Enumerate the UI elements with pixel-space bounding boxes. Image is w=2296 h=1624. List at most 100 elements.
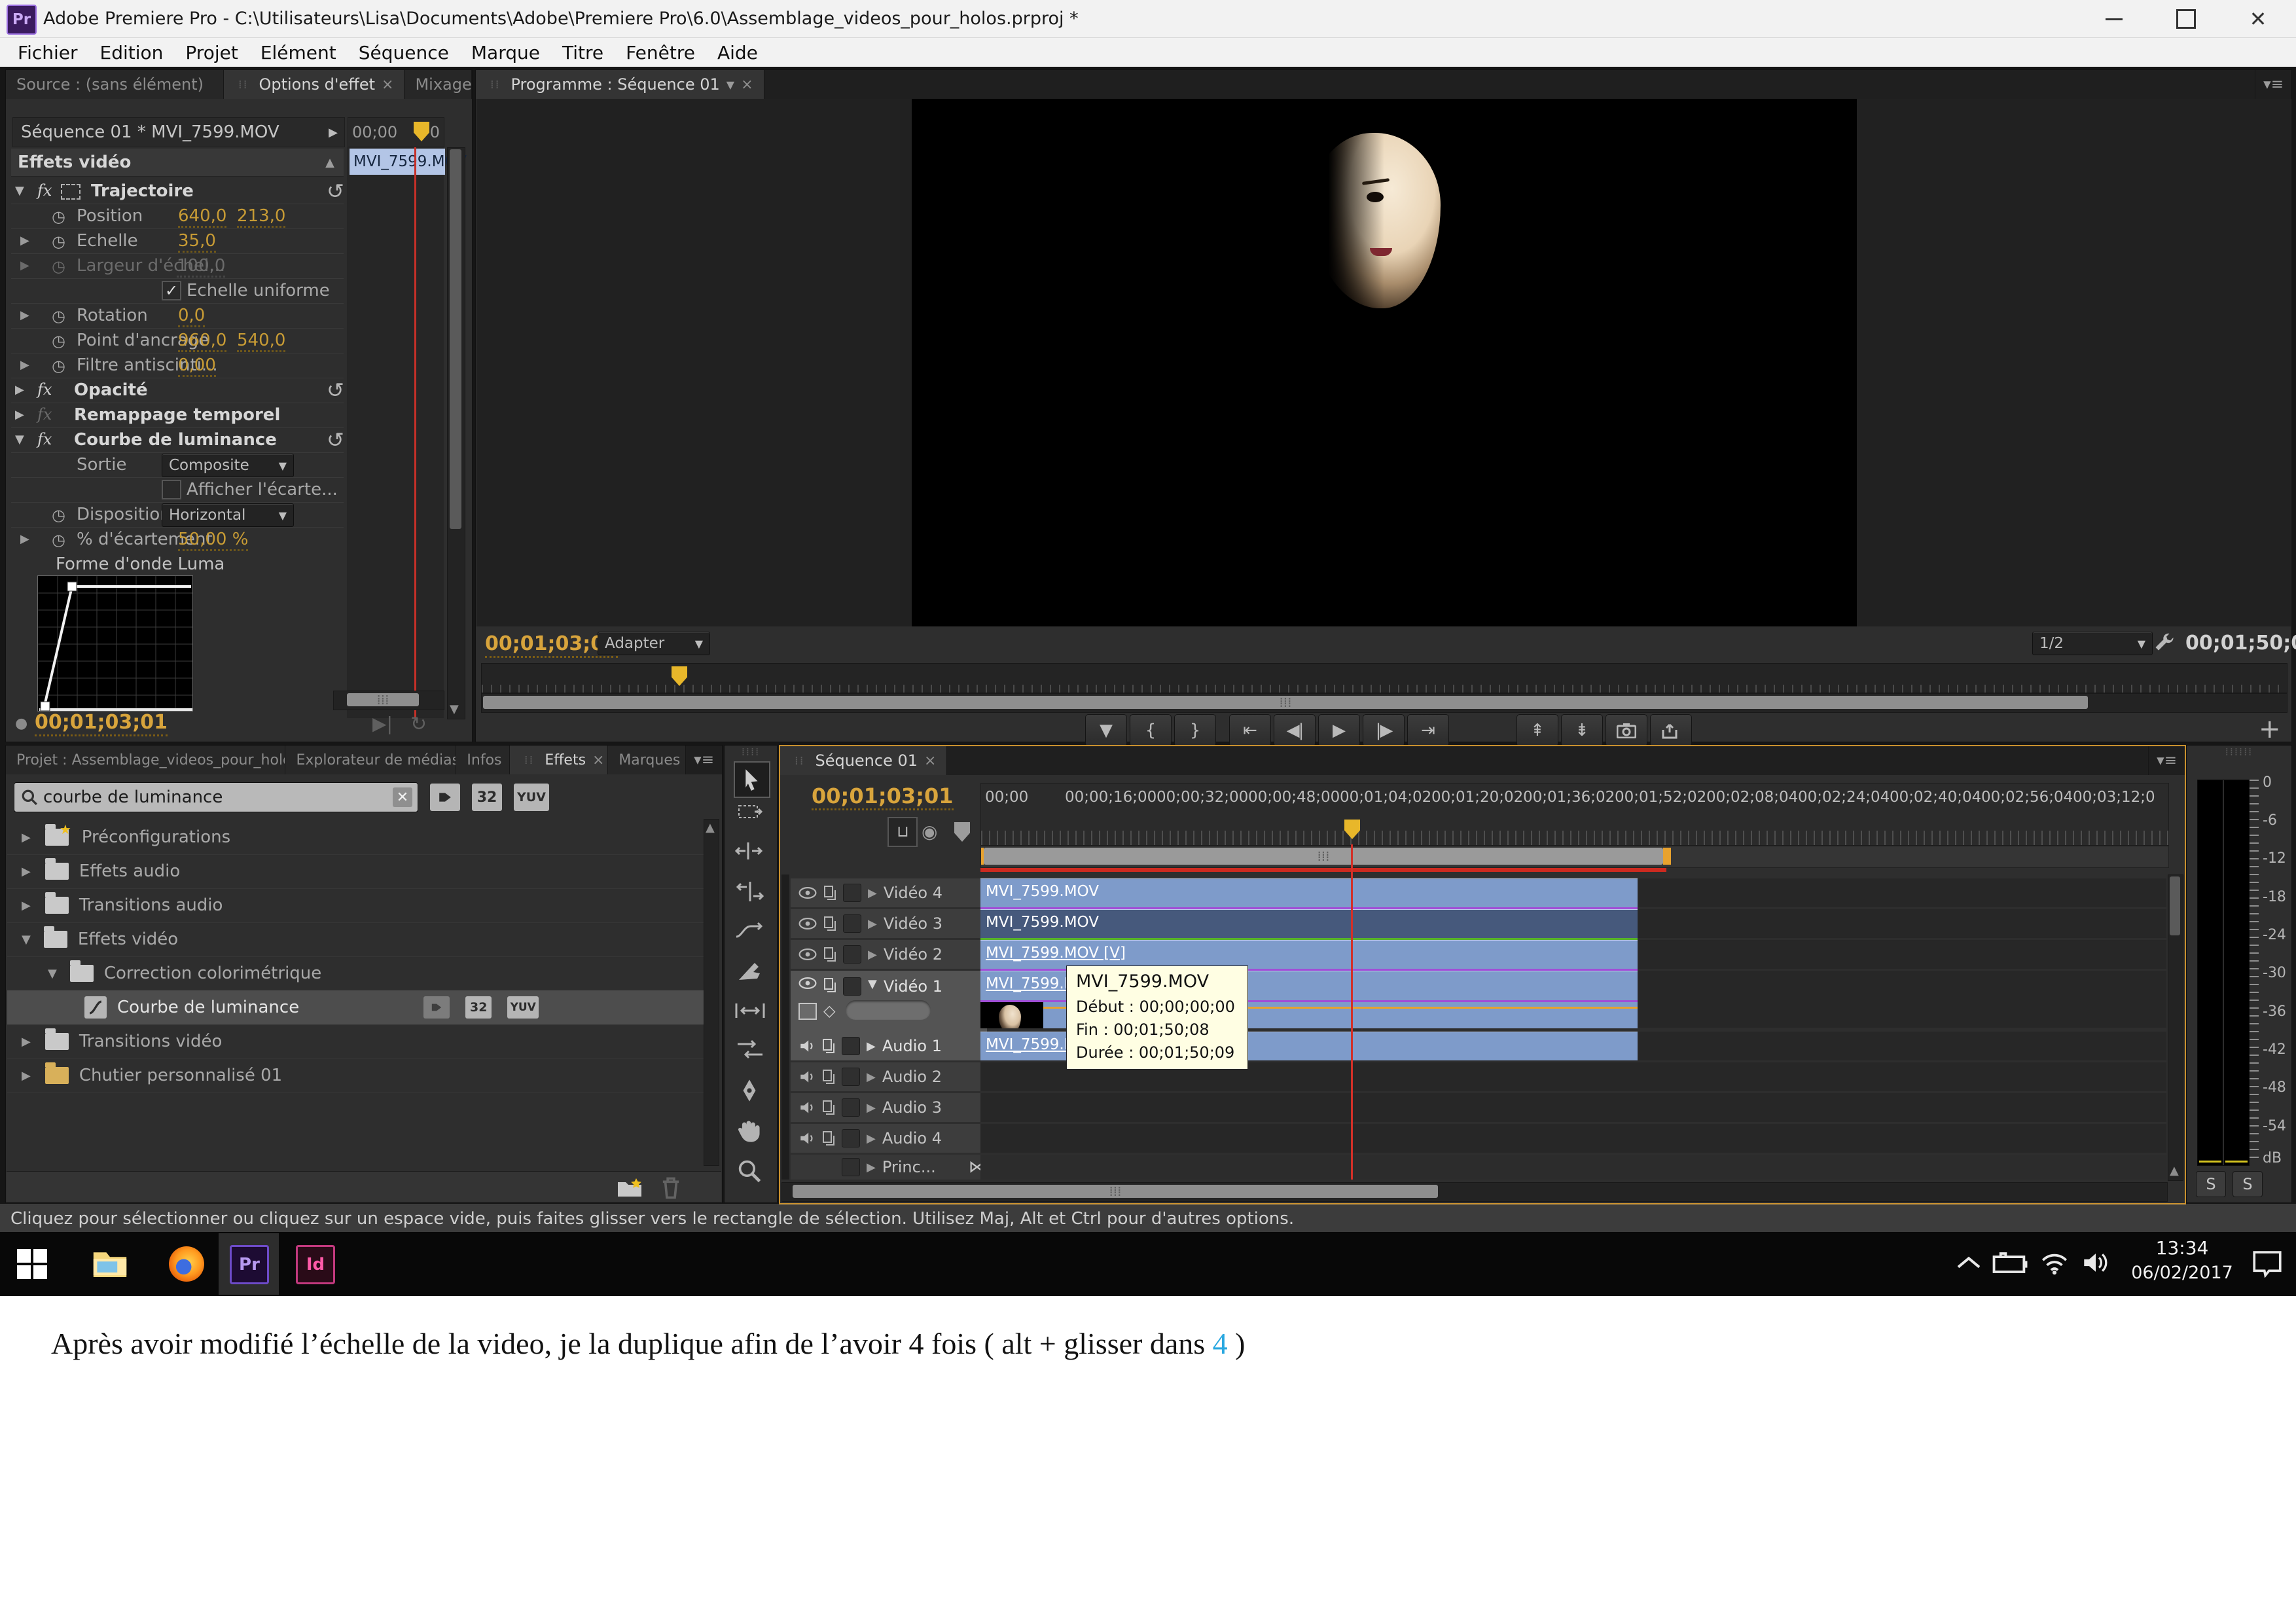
maximize-button[interactable]	[2166, 7, 2206, 31]
scroll-up-icon[interactable]	[706, 821, 715, 835]
fx-row-largeur[interactable]: Largeur d'échel... 100,0	[11, 253, 344, 279]
twirl-icon[interactable]	[20, 308, 29, 322]
tray-chevron-icon[interactable]	[1956, 1254, 1982, 1271]
work-area-bar[interactable]: ⁞⁞⁞	[984, 848, 1663, 865]
program-playhead-icon[interactable]	[672, 666, 687, 686]
twirl-open-icon[interactable]	[22, 933, 31, 947]
stopwatch-icon[interactable]	[52, 232, 65, 251]
tab-projet[interactable]: Projet : Assemblage_videos_pour_holos	[6, 746, 285, 774]
tree-transitions-video[interactable]: Transitions vidéo	[7, 1024, 705, 1059]
start-button[interactable]	[17, 1249, 47, 1279]
value-field[interactable]: 540,0	[237, 331, 285, 352]
effect-vscrollbar[interactable]	[447, 147, 465, 719]
mini-clip[interactable]: MVI_7599.MOV	[350, 149, 445, 175]
stopwatch-icon[interactable]	[52, 332, 65, 350]
checkbox-unchecked[interactable]	[162, 480, 181, 499]
effect-playhead-line[interactable]	[414, 147, 416, 718]
twirl-icon[interactable]	[22, 1035, 31, 1049]
twirl-icon[interactable]	[20, 234, 29, 247]
goto-out-button[interactable]	[1407, 714, 1449, 747]
stopwatch-icon[interactable]	[52, 357, 65, 375]
settings-wrench-icon[interactable]	[2153, 632, 2176, 655]
close-button[interactable]: ✕	[2238, 7, 2278, 31]
track-lock-toggle[interactable]	[843, 977, 861, 996]
track-lock-toggle[interactable]	[842, 1098, 860, 1117]
tab-explorateur[interactable]: Explorateur de médias	[285, 746, 456, 774]
stopwatch-icon[interactable]	[52, 506, 65, 524]
timeline-hscrollbar[interactable]: ⁞⁞⁞	[781, 1182, 2168, 1202]
timeline-playhead-line[interactable]	[1351, 844, 1353, 1180]
value-field[interactable]: 213,0	[237, 206, 285, 228]
track-content-video3[interactable]: MVI_7599.MOV	[980, 909, 2166, 938]
reset-effect-icon[interactable]	[327, 378, 344, 403]
tree-correction-colorimetrique[interactable]: Correction colorimétrique	[7, 956, 705, 991]
tab-programme[interactable]: ⁞⁞ Programme : Séquence 01	[476, 70, 764, 99]
twirl-icon[interactable]	[22, 1069, 31, 1083]
track-lock-toggle[interactable]	[842, 1129, 860, 1147]
twirl-icon[interactable]	[868, 886, 877, 900]
keyframe-diamond-icon[interactable]: ◇	[823, 1001, 835, 1020]
fit-dropdown[interactable]: Adapter	[598, 632, 710, 655]
panel-menu-icon[interactable]	[2255, 70, 2291, 99]
tool-zoom[interactable]	[738, 1159, 761, 1183]
value-field[interactable]: 640,0	[178, 206, 226, 228]
loop-icon[interactable]	[410, 713, 427, 736]
value-field[interactable]: 0,00	[178, 355, 216, 377]
sortie-dropdown[interactable]: Composite	[162, 454, 294, 477]
set-display-style-icon[interactable]	[798, 1003, 817, 1020]
tree-chutier-personnalise[interactable]: Chutier personnalisé 01	[7, 1058, 705, 1093]
track-lock-toggle[interactable]	[842, 1158, 860, 1176]
close-tab-icon[interactable]	[592, 752, 604, 768]
tab-sequence-01[interactable]: ⁞⁞ Séquence 01	[780, 746, 947, 775]
stopwatch-icon[interactable]	[52, 307, 65, 325]
tree-courbe-de-luminance-selected[interactable]: Courbe de luminance 32 YUV	[7, 990, 705, 1025]
track-header-audio1[interactable]: Audio 1	[791, 1032, 987, 1060]
value-field[interactable]: 960,0	[178, 331, 226, 352]
toggle-track-output-eye-icon[interactable]	[798, 977, 817, 989]
track-header-video4[interactable]: Vidéo 4	[791, 878, 987, 907]
keyframe-navigator[interactable]	[846, 1000, 931, 1020]
effects-search-box[interactable]: courbe de luminance ✕	[14, 782, 418, 812]
tool-ripple-edit[interactable]	[735, 841, 765, 861]
timeline-vscrollbar[interactable]	[2168, 875, 2183, 1181]
panel-menu-icon[interactable]	[686, 746, 722, 774]
scroll-down-icon[interactable]	[450, 702, 459, 716]
speaker-icon[interactable]	[798, 1068, 816, 1085]
reset-effect-icon[interactable]	[327, 179, 344, 204]
menu-element[interactable]: Elément	[249, 42, 348, 63]
play-button[interactable]	[1318, 714, 1360, 747]
menu-aide[interactable]: Aide	[706, 42, 769, 63]
menu-projet[interactable]: Projet	[174, 42, 249, 63]
fx-row-disposition[interactable]: Disposition Horizontal	[11, 502, 344, 528]
solo-right-button[interactable]: S	[2233, 1171, 2263, 1197]
fx-row-filtre[interactable]: Filtre antiscinti... 0,00	[11, 353, 344, 378]
track-content-audio4[interactable]	[980, 1124, 2166, 1153]
collapse-icon[interactable]	[325, 156, 334, 170]
luma-curve-graph[interactable]	[37, 575, 193, 712]
speaker-icon[interactable]	[798, 1038, 816, 1055]
speaker-icon[interactable]	[798, 1130, 816, 1147]
tab-options-effet[interactable]: ⁞⁞ Options d'effet	[224, 70, 404, 99]
unnumbered-marker-icon[interactable]	[954, 822, 970, 842]
track-header-master[interactable]: Princ...	[791, 1155, 987, 1180]
play-around-icon[interactable]	[372, 713, 393, 734]
checkbox-checked[interactable]	[162, 281, 181, 300]
sync-lock-icon[interactable]	[822, 1130, 835, 1146]
toggle-track-output-eye-icon[interactable]	[798, 948, 817, 960]
export-button[interactable]	[1650, 714, 1692, 747]
fx-row-courbe-luminance[interactable]: fx Courbe de luminance	[11, 427, 344, 453]
tool-rate-stretch[interactable]	[735, 921, 764, 942]
indesign-icon[interactable]: Id	[296, 1245, 335, 1284]
sync-lock-icon[interactable]	[822, 1038, 835, 1054]
menu-fenetre[interactable]: Fenêtre	[615, 42, 706, 63]
disposition-dropdown[interactable]: Horizontal	[162, 503, 294, 527]
twirl-icon[interactable]	[22, 899, 31, 912]
value-field[interactable]: 0,0	[178, 306, 205, 327]
track-lock-toggle[interactable]	[842, 1037, 860, 1055]
track-content-master[interactable]	[980, 1155, 2166, 1180]
action-center-icon[interactable]	[2251, 1249, 2283, 1278]
track-header-audio4[interactable]: Audio 4	[791, 1124, 987, 1153]
program-mini-ruler[interactable]	[481, 663, 2287, 693]
fx-row-remappage[interactable]: fx Remappage temporel	[11, 403, 344, 428]
step-forward-button[interactable]	[1363, 714, 1405, 747]
